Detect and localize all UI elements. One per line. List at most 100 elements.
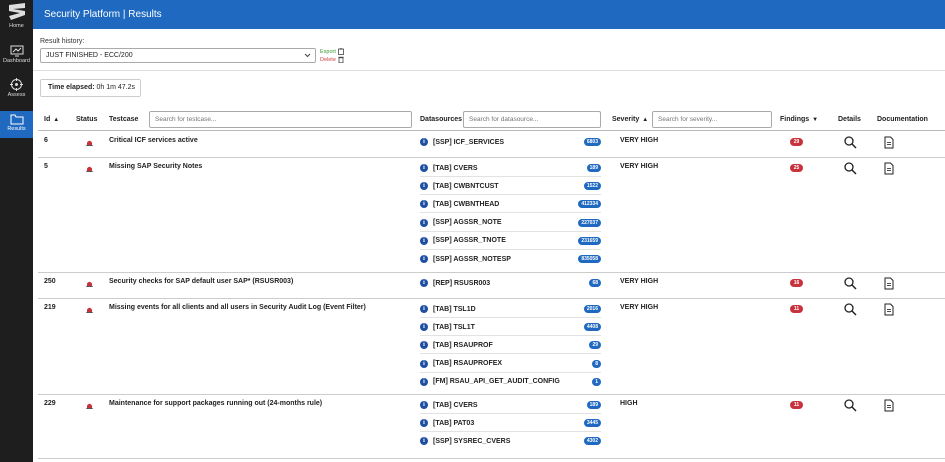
- header-id-label: Id: [44, 116, 51, 123]
- header-status: Status: [76, 111, 97, 129]
- info-icon[interactable]: i: [420, 255, 428, 263]
- alarm-icon: [86, 165, 93, 174]
- findings-badge: 25: [790, 164, 803, 172]
- document-icon[interactable]: [884, 162, 894, 177]
- document-icon[interactable]: [884, 136, 894, 151]
- alarm-icon: [86, 139, 93, 148]
- sidebar-item-label: Home: [9, 23, 24, 29]
- document-icon[interactable]: [884, 399, 894, 414]
- search-icon[interactable]: [844, 162, 857, 177]
- trash-icon: [338, 56, 344, 63]
- info-icon[interactable]: i: [420, 305, 428, 313]
- info-icon[interactable]: i: [420, 182, 428, 191]
- info-icon[interactable]: i: [420, 377, 428, 386]
- row-testcase[interactable]: Missing SAP Security Notes: [109, 163, 202, 170]
- delete-button[interactable]: Delete: [320, 56, 344, 63]
- search-icon[interactable]: [844, 399, 857, 414]
- datasource-item[interactable]: i [TAB] CWBNTHEAD 412334: [420, 195, 601, 213]
- datasource-item[interactable]: i [SSP] SYSREC_CVERS 4302: [420, 432, 601, 450]
- datasource-name: [TAB] PAT03: [433, 419, 475, 427]
- document-icon[interactable]: [884, 303, 894, 318]
- datasource-name: [SSP] AGSSR_NOTE: [433, 219, 502, 227]
- export-button[interactable]: Export: [320, 48, 344, 55]
- header-testcase[interactable]: Testcase: [109, 111, 138, 129]
- info-icon[interactable]: i: [420, 164, 428, 172]
- datasource-item[interactable]: i [SSP] ICF_SERVICES 6803: [420, 133, 601, 151]
- datasource-item[interactable]: i [SSP] AGSSR_NOTESP 835058: [420, 250, 601, 268]
- divider: [33, 70, 945, 71]
- datasource-item[interactable]: i [SSP] AGSSR_NOTE 227037: [420, 214, 601, 232]
- row-divider: [38, 458, 945, 459]
- time-elapsed-value: 0h 1m 47.2s: [96, 84, 136, 91]
- row-severity: VERY HIGH: [620, 163, 659, 170]
- row-testcase[interactable]: Missing events for all clients and all u…: [109, 304, 366, 311]
- search-icon[interactable]: [844, 303, 857, 318]
- clipboard-icon: [338, 48, 344, 55]
- datasource-count-badge: 835058: [578, 255, 601, 263]
- datasource-item[interactable]: i [SSP] AGSSR_TNOTE 231659: [420, 232, 601, 250]
- row-testcase[interactable]: Critical ICF services active: [109, 137, 198, 144]
- info-icon[interactable]: i: [420, 401, 428, 409]
- datasource-item[interactable]: i [REP] RSUSR003 68: [420, 274, 601, 292]
- datasource-name: [FM] RSAU_API_GET_AUDIT_CONFIG: [433, 378, 560, 386]
- page-title: Security Platform | Results: [33, 0, 945, 29]
- row-severity: VERY HIGH: [620, 304, 659, 311]
- info-icon[interactable]: i: [420, 138, 428, 146]
- findings-badge: 16: [790, 279, 803, 287]
- header-findings[interactable]: Findings ▼: [780, 111, 818, 129]
- findings-badge: 11: [790, 305, 803, 313]
- findings-badge: 29: [790, 138, 803, 146]
- testcase-search-input[interactable]: [149, 111, 412, 128]
- sidebar-item-home[interactable]: Home: [0, 2, 33, 32]
- monitor-icon: [10, 45, 23, 57]
- datasource-name: [SSP] ICF_SERVICES: [433, 138, 505, 146]
- header-id[interactable]: Id ▲: [44, 111, 59, 129]
- export-label: Export: [320, 48, 336, 55]
- search-icon[interactable]: [844, 277, 857, 292]
- info-icon[interactable]: i: [420, 236, 428, 245]
- datasource-name: [TAB] CWBNTCUST: [433, 182, 499, 190]
- info-icon[interactable]: i: [420, 323, 428, 332]
- sidebar: Home Dashboard Assess Results: [0, 0, 33, 462]
- datasource-count-badge: 1: [592, 377, 601, 386]
- home-logo-icon: [8, 3, 25, 20]
- datasource-item[interactable]: i [FM] RSAU_API_GET_AUDIT_CONFIG 1: [420, 373, 601, 391]
- datasource-item[interactable]: i [TAB] TSL1D 2016: [420, 300, 601, 318]
- info-icon[interactable]: i: [420, 359, 428, 368]
- sidebar-item-dashboard[interactable]: Dashboard: [0, 45, 33, 71]
- result-history-select[interactable]: JUST FINISHED - ECC/200: [40, 48, 316, 63]
- datasource-name: [REP] RSUSR003: [433, 279, 491, 287]
- datasource-item[interactable]: i [TAB] PAT03 3445: [420, 414, 601, 432]
- header-testcase-label: Testcase: [109, 116, 139, 123]
- row-testcase[interactable]: Security checks for SAP default user SAP…: [109, 278, 293, 285]
- info-icon[interactable]: i: [420, 218, 428, 227]
- datasource-name: [SSP] AGSSR_TNOTE: [433, 237, 506, 245]
- severity-search-input[interactable]: [652, 111, 772, 128]
- row-severity: VERY HIGH: [620, 137, 659, 144]
- datasource-item[interactable]: i [TAB] CVERS 189: [420, 396, 601, 414]
- info-icon[interactable]: i: [420, 419, 428, 428]
- info-icon[interactable]: i: [420, 200, 428, 209]
- header-datasources[interactable]: Datasources: [420, 111, 462, 129]
- datasource-count-badge: 2016: [583, 305, 601, 313]
- sidebar-item-assess[interactable]: Assess: [0, 78, 33, 104]
- datasource-item[interactable]: i [TAB] RSAUPROFEX 8: [420, 355, 601, 373]
- datasource-name: [TAB] CWBNTHEAD: [433, 200, 500, 208]
- sidebar-item-results[interactable]: Results: [0, 111, 33, 138]
- row-severity: VERY HIGH: [620, 278, 659, 285]
- row-severity: HIGH: [620, 400, 638, 407]
- datasource-search-input[interactable]: [463, 111, 601, 128]
- header-severity[interactable]: Severity ▲: [612, 111, 648, 129]
- info-icon[interactable]: i: [420, 341, 428, 350]
- datasource-item[interactable]: i [TAB] CVERS 189: [420, 159, 601, 177]
- datasource-count-badge: 412334: [578, 200, 601, 209]
- search-icon[interactable]: [844, 136, 857, 151]
- document-icon[interactable]: [884, 277, 894, 292]
- datasource-item[interactable]: i [TAB] RSAUPROF 29: [420, 336, 601, 354]
- info-icon[interactable]: i: [420, 437, 428, 446]
- findings-badge: 11: [790, 401, 803, 409]
- datasource-item[interactable]: i [TAB] TSL1T 4408: [420, 318, 601, 336]
- datasource-item[interactable]: i [TAB] CWBNTCUST 1522: [420, 177, 601, 195]
- row-testcase[interactable]: Maintenance for support packages running…: [109, 400, 322, 407]
- info-icon[interactable]: i: [420, 279, 428, 287]
